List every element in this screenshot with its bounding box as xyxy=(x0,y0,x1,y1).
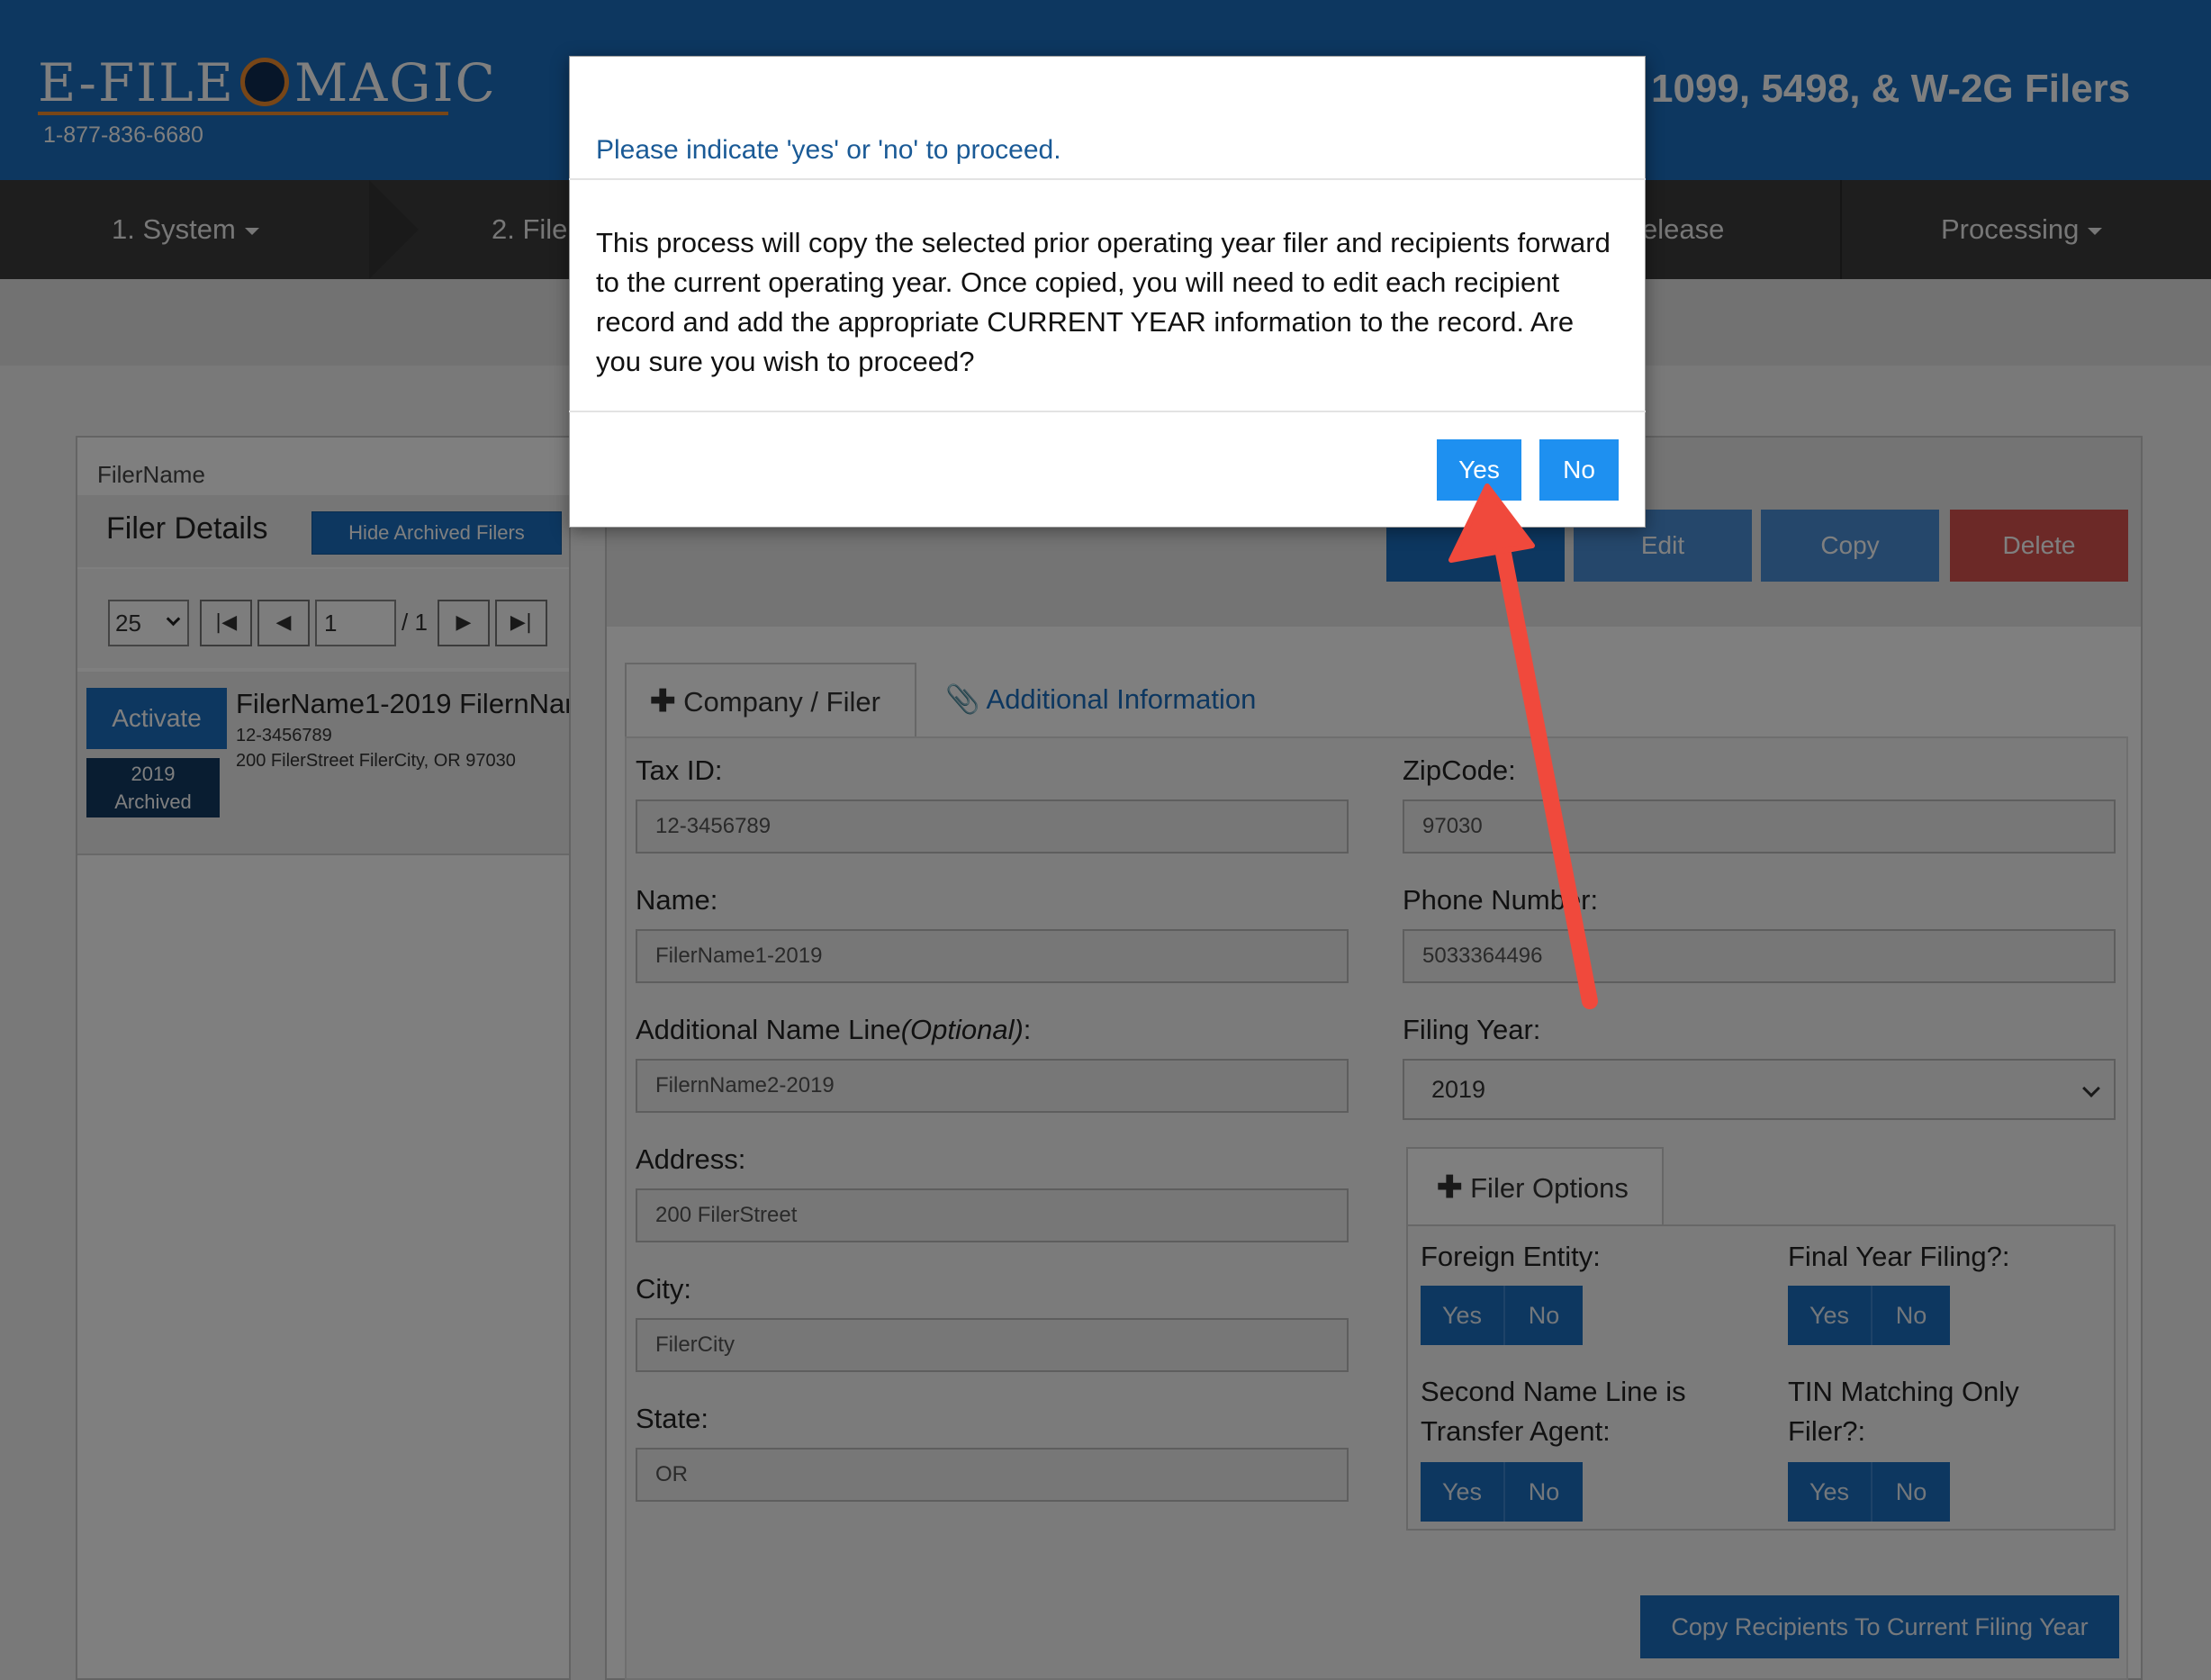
dialog-no-button[interactable]: No xyxy=(1539,439,1619,501)
dialog-yes-button[interactable]: Yes xyxy=(1437,439,1521,501)
dialog-divider xyxy=(569,178,1646,180)
dialog-title: Please indicate 'yes' or 'no' to proceed… xyxy=(596,135,1061,165)
dialog-message: This process will copy the selected prio… xyxy=(596,227,1611,377)
dialog-divider xyxy=(569,411,1646,412)
